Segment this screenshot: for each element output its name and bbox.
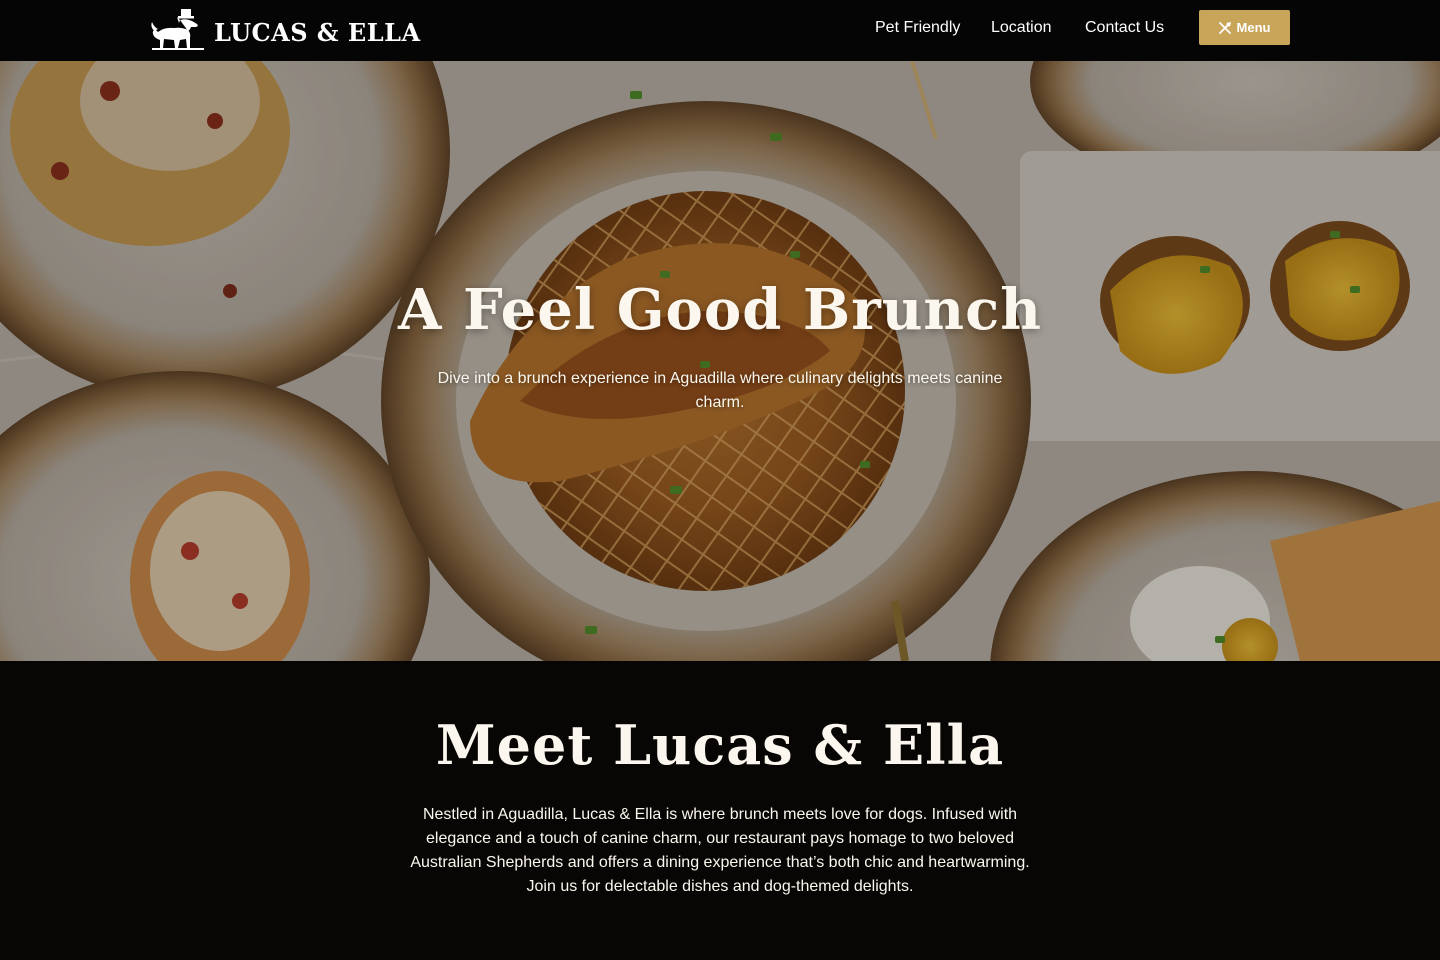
hero-title: A Feel Good Brunch: [398, 277, 1042, 343]
meet-title: Meet Lucas & Ella: [435, 713, 1005, 777]
brand-name: LUCAS & ELLA: [214, 17, 421, 47]
hero-overlay: [0, 61, 1440, 661]
utensils-icon: [1218, 21, 1231, 34]
hero-subtitle: Dive into a brunch experience in Aguadil…: [437, 370, 1003, 411]
meet-section: Meet Lucas & Ella Nestled in Aguadilla, …: [0, 661, 1440, 960]
meet-description: Nestled in Aguadilla, Lucas & Ella is wh…: [410, 806, 1030, 895]
menu-button-label: Menu: [1236, 20, 1271, 35]
dog-silhouette-logo-icon: [151, 9, 204, 50]
site-header: LUCAS & ELLA Pet Friendly Location Conta…: [0, 0, 1440, 61]
logo-link[interactable]: LUCAS & ELLA: [150, 8, 421, 52]
hero-section: A Feel Good Brunch Dive into a brunch ex…: [0, 61, 1440, 661]
nav-contact-us[interactable]: Contact Us: [1085, 19, 1164, 37]
nav-pet-friendly[interactable]: Pet Friendly: [875, 19, 960, 37]
menu-button[interactable]: Menu: [1199, 10, 1290, 45]
nav-location[interactable]: Location: [991, 19, 1052, 37]
